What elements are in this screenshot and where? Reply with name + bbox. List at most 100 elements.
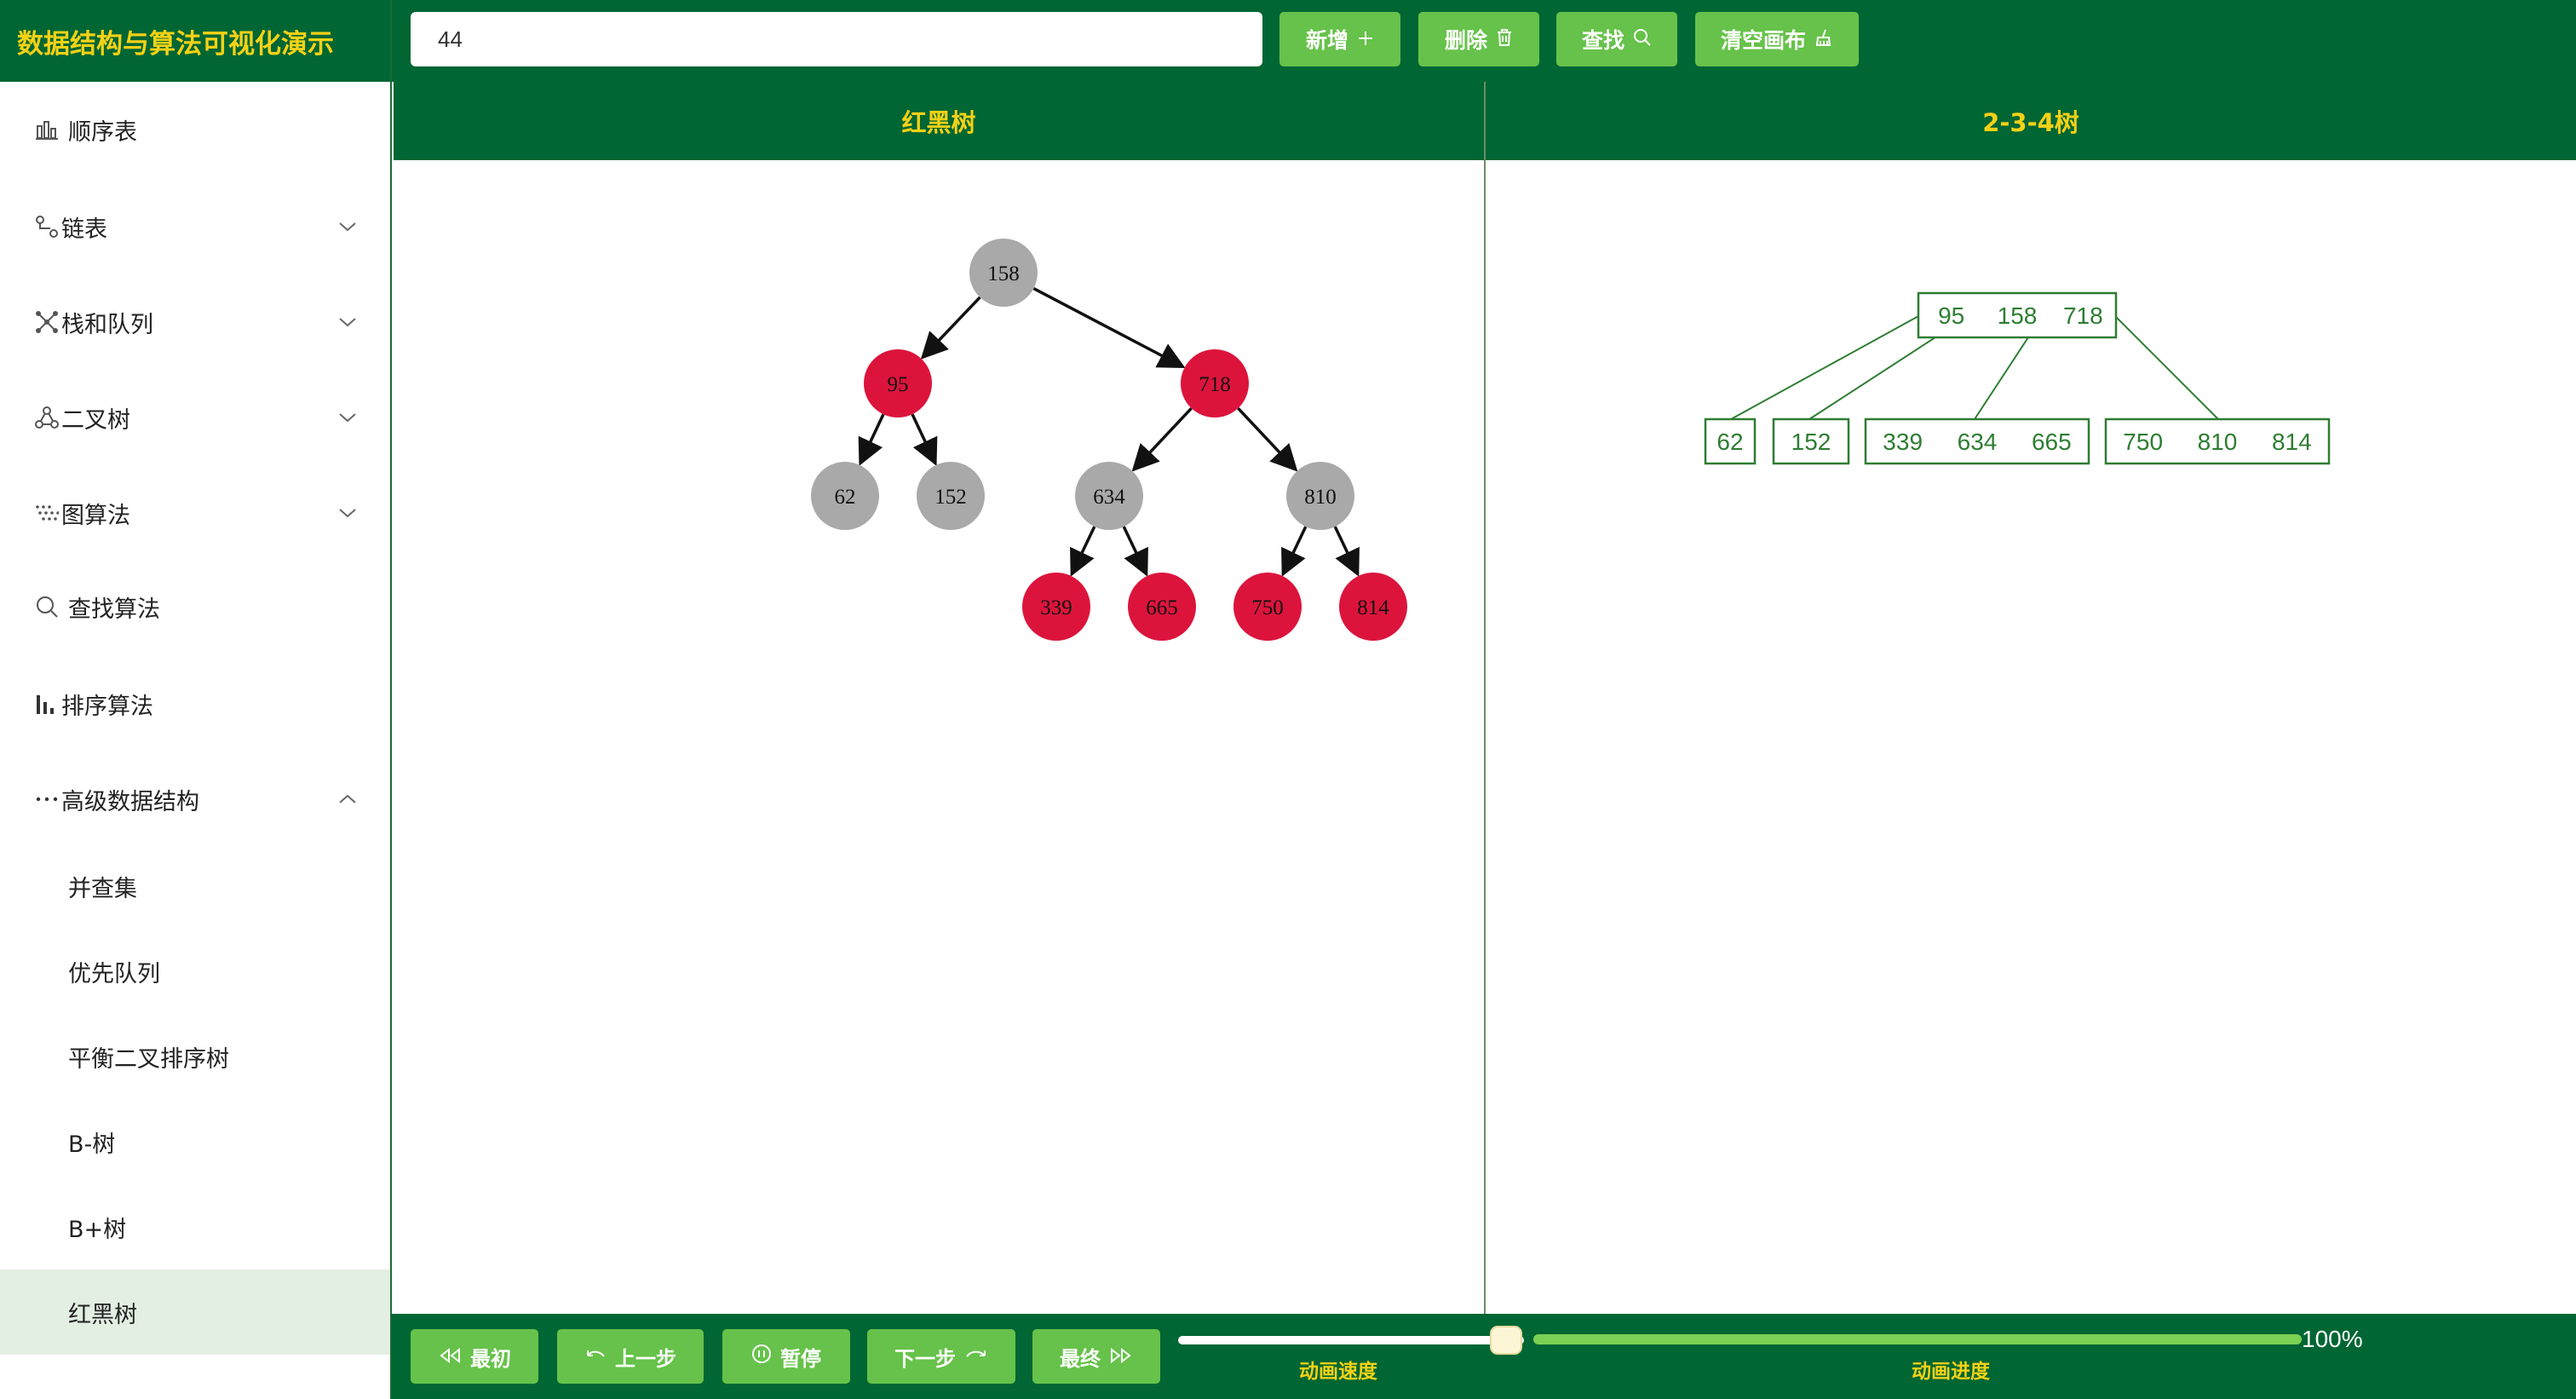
sidebar-item-linked-list[interactable]: 链表 [0, 184, 390, 269]
sidebar-subitem-union-find[interactable]: 并查集 [0, 843, 390, 929]
chevron-down-icon [336, 310, 359, 334]
tree-node-label: 95 [888, 373, 909, 396]
sidebar-item-binary-tree[interactable]: 二叉树 [0, 375, 390, 460]
sidebar-subitem-b-tree[interactable]: B-树 [0, 1099, 390, 1184]
tree-edge [1122, 526, 1148, 577]
plus-icon [1357, 27, 1374, 52]
clear-canvas-button-label: 清空画布 [1720, 28, 1806, 53]
tree-node-label: 62 [835, 486, 856, 509]
linked-nodes-icon [34, 214, 60, 239]
progress-bar[interactable] [1533, 1334, 2305, 1346]
left-panel-title: 红黑树 [394, 82, 1484, 160]
sidebar-item-label: 链表 [61, 216, 107, 243]
tree-node: 810 [1286, 462, 1354, 530]
tree-node: 634 [1075, 462, 1143, 530]
tree-node: 750 [1233, 573, 1302, 641]
chevron-down-icon [336, 501, 359, 525]
tree-edge [1070, 526, 1096, 577]
sidebar-subitem-bplus-tree[interactable]: B+树 [0, 1184, 390, 1269]
first-step-label: 最初 [470, 1346, 511, 1371]
dot-grid-icon [34, 500, 60, 526]
chevron-up-icon [336, 787, 359, 811]
pause-button[interactable]: 暂停 [722, 1329, 850, 1384]
tree-node: 158 [969, 239, 1038, 307]
tree-nodes-icon [34, 405, 60, 430]
tree-234-key: 634 [1958, 429, 1998, 455]
broom-icon [1814, 27, 1833, 52]
chevron-down-icon [336, 406, 359, 429]
delete-button-label: 删除 [1444, 28, 1487, 53]
tree-node-label: 810 [1304, 486, 1337, 509]
red-black-tree-canvas: 158 95 718 62 152 634 810 339 665 750 814 [811, 239, 1407, 641]
tree-234-key: 152 [1791, 429, 1831, 455]
sidebar-item-advanced-ds[interactable]: 高级数据结构 [0, 757, 390, 842]
prev-step-button[interactable]: 上一步 [557, 1329, 704, 1384]
bar-chart-icon [34, 691, 60, 717]
next-step-button[interactable]: 下一步 [867, 1329, 1015, 1384]
delete-button[interactable]: 删除 [1418, 12, 1539, 66]
last-step-button[interactable]: 最终 [1032, 1329, 1160, 1384]
sidebar-item-label: 图算法 [61, 502, 130, 529]
find-button[interactable]: 查找 [1556, 12, 1677, 66]
tree-node: 814 [1339, 573, 1407, 641]
tree-234-key: 718 [2063, 302, 2103, 329]
sidebar-subitem-priority-queue[interactable]: 优先队列 [0, 929, 390, 1014]
sidebar-item-sequential-list[interactable]: 顺序表 [0, 87, 390, 172]
tree-edge [911, 413, 938, 466]
tree-234-child-node: 750 810 814 [2104, 417, 2331, 465]
fast-forward-icon [1109, 1344, 1133, 1368]
sidebar-item-search-algo[interactable]: 查找算法 [0, 564, 390, 649]
sidebar-item-graph[interactable]: 图算法 [0, 470, 390, 556]
tree-edge [1281, 526, 1308, 577]
speed-slider[interactable] [1176, 1325, 1533, 1356]
tree-edge [1131, 406, 1193, 472]
tree-node-label: 634 [1093, 486, 1125, 509]
tree-edge [920, 296, 981, 360]
first-step-button[interactable]: 最初 [411, 1329, 538, 1384]
tree-234-key: 158 [1998, 302, 2038, 329]
more-dots-icon [34, 786, 60, 812]
sidebar-subitem-avl-tree[interactable]: 平衡二叉排序树 [0, 1014, 390, 1099]
value-input[interactable] [411, 12, 1262, 66]
share-nodes-icon [34, 309, 60, 335]
tree-234-child-node: 62 [1704, 417, 1757, 465]
tree-edge [858, 413, 885, 466]
tree-edge [1333, 526, 1360, 577]
tree-234-edge [1730, 314, 1921, 420]
tree-234-edge [2115, 316, 2219, 420]
tree-234-root-node: 95 158 718 [1917, 291, 2118, 339]
speed-slider-thumb[interactable] [1490, 1326, 1522, 1355]
sidebar-item-stack-queue[interactable]: 栈和队列 [0, 279, 390, 365]
sidebar-item-label: 顺序表 [68, 118, 137, 146]
redo-icon [964, 1344, 988, 1368]
tree-node-label: 814 [1357, 596, 1389, 619]
tree-234-key: 95 [1938, 302, 1964, 329]
tree-node-label: 718 [1199, 373, 1231, 396]
clear-canvas-button[interactable]: 清空画布 [1695, 12, 1859, 66]
sidebar-item-label: 排序算法 [61, 693, 153, 720]
tree-node: 665 [1128, 573, 1196, 641]
search-icon [34, 594, 60, 619]
progress-label: 动画进度 [1912, 1361, 1990, 1383]
chevron-down-icon [336, 215, 359, 239]
progress-percent: 100% [2302, 1326, 2363, 1352]
tree-edge [1032, 287, 1186, 369]
undo-icon [584, 1344, 607, 1368]
progress-bar-fill [1533, 1334, 2302, 1344]
next-step-label: 下一步 [894, 1346, 956, 1371]
add-button[interactable]: 新增 [1279, 12, 1400, 66]
tree-node-label: 339 [1040, 596, 1072, 619]
tree-edge [1237, 406, 1298, 472]
speed-slider-track [1178, 1336, 1524, 1344]
pause-icon [751, 1344, 772, 1369]
tree-node: 339 [1022, 573, 1090, 641]
tree-234-key: 62 [1716, 429, 1743, 455]
search-icon [1633, 27, 1652, 52]
pause-label: 暂停 [780, 1346, 821, 1371]
rewind-icon [438, 1344, 462, 1368]
sidebar-item-label: 查找算法 [68, 596, 160, 623]
find-button-label: 查找 [1581, 28, 1624, 53]
sidebar-subitem-red-black-tree[interactable]: 红黑树 [0, 1269, 390, 1355]
sidebar-item-sort-algo[interactable]: 排序算法 [0, 661, 390, 746]
speed-label: 动画速度 [1299, 1361, 1377, 1383]
